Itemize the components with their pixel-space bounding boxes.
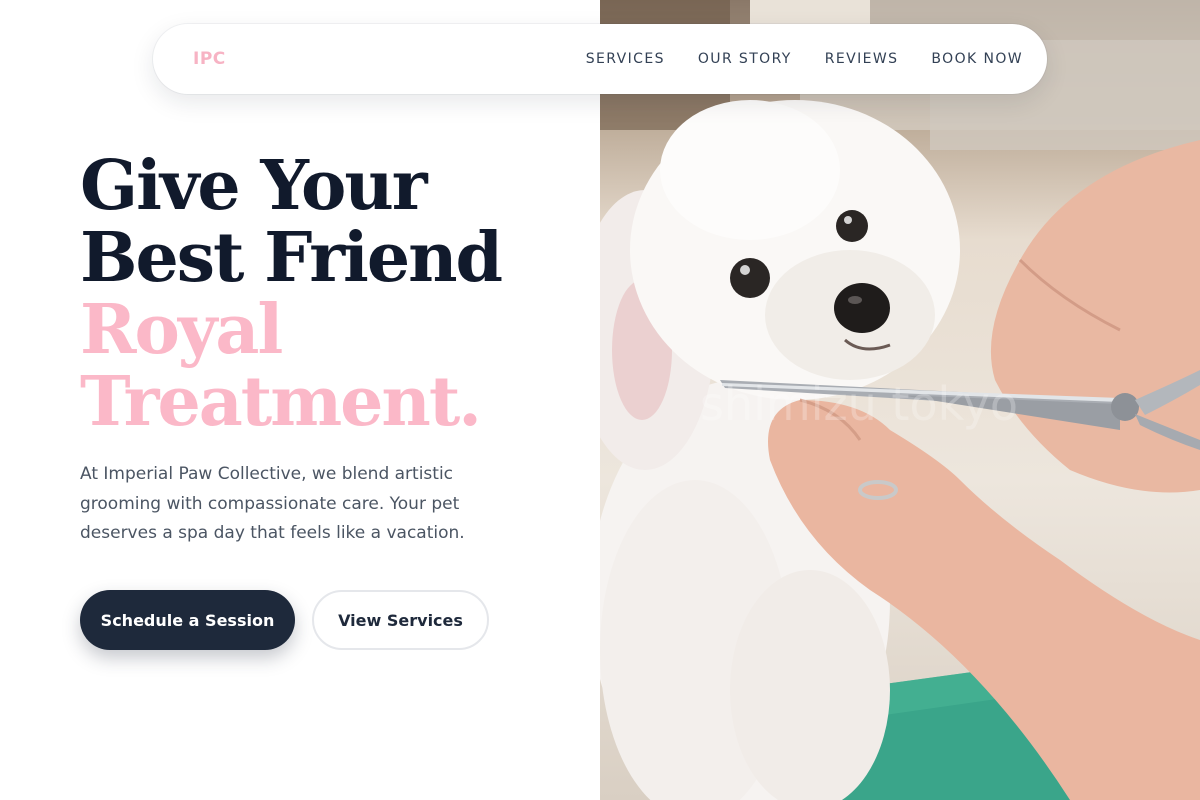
nav-links: SERVICES OUR STORY REVIEWS BOOK NOW — [586, 51, 1023, 67]
hero-photo: shimizu tokyo — [600, 0, 1200, 800]
nav-link-services[interactable]: SERVICES — [586, 51, 665, 67]
nav-link-our-story[interactable]: OUR STORY — [698, 51, 792, 67]
nav-link-book-now[interactable]: BOOK NOW — [931, 51, 1023, 67]
schedule-session-button[interactable]: Schedule a Session — [80, 590, 295, 650]
headline-line-2: Best Friend — [80, 218, 503, 298]
brand-logo[interactable]: IPC — [193, 49, 226, 69]
headline-line-3: Royal — [80, 290, 283, 370]
hero-description: At Imperial Paw Collective, we blend art… — [80, 464, 465, 543]
photo-watermark: shimizu tokyo — [700, 377, 1018, 431]
hero-headline: Give Your Best Friend Royal Treatment. — [80, 150, 580, 438]
hero-section: Give Your Best Friend Royal Treatment. A… — [80, 150, 580, 549]
dog-grooming-illustration: shimizu tokyo — [600, 0, 1200, 800]
hero-actions: Schedule a Session View Services — [80, 590, 489, 650]
view-services-button[interactable]: View Services — [312, 590, 489, 650]
nav-link-reviews[interactable]: REVIEWS — [825, 51, 899, 67]
headline-line-4: Treatment. — [80, 362, 482, 442]
top-navigation: IPC SERVICES OUR STORY REVIEWS BOOK NOW — [153, 24, 1047, 94]
headline-line-1: Give Your — [80, 146, 428, 226]
